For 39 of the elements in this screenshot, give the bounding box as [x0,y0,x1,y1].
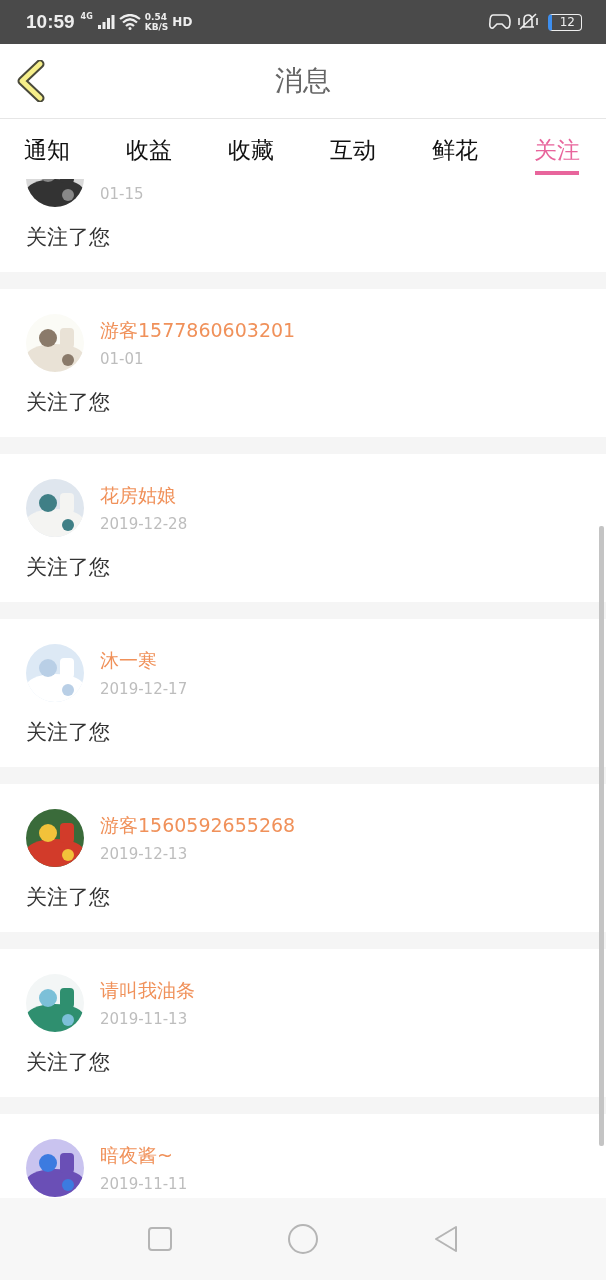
home-icon[interactable] [287,1223,319,1255]
tab[interactable]: 鲜花 [422,119,488,175]
message-date: 2019-11-13 [100,1010,189,1028]
message-text: 关注了您 [26,884,111,911]
message-text: 关注了您 [26,389,111,416]
status-time: 10:59 [26,11,75,33]
vibrate-icon [515,13,540,31]
message-date: 2019-12-17 [100,680,188,698]
user-name[interactable]: 游客1560592655268 [100,813,296,839]
tab[interactable]: 收益 [116,119,182,175]
page-title: 消息 [275,63,331,99]
back-icon[interactable] [16,60,46,102]
user-name[interactable]: 暗夜酱~ [100,1143,188,1169]
gamepad-icon [487,13,512,31]
message-text: 关注了您 [26,1049,111,1076]
message-text: 关注了您 [26,554,111,581]
user-name[interactable]: 沐一寒 [100,648,188,674]
user-name[interactable]: 请叫我油条 [100,978,195,1004]
recent-apps-icon[interactable] [146,1225,175,1253]
signal-icon [96,14,115,30]
message-text: 关注了您 [26,719,111,746]
message-date: 2019-12-13 [100,845,189,863]
message-date: 01-01 [100,350,145,368]
network-type: 4G [80,12,93,21]
user-name[interactable]: 花房姑娘 [100,483,188,509]
message-text: 关注了您 [26,224,111,251]
message-date: 2019-11-11 [100,1175,188,1193]
tab[interactable]: 收藏 [218,119,284,175]
user-name[interactable]: 游客1577860603201 [100,318,296,344]
tab[interactable]: 关注 [524,119,590,175]
battery-indicator: 12 [547,13,582,31]
tab[interactable]: 通知 [14,119,80,175]
speed-unit: KB/S [144,22,169,32]
wifi-icon [118,14,141,30]
hd-label: HD [172,15,193,29]
tab[interactable]: 互动 [320,119,386,175]
network-speed: 0.54 [144,12,168,22]
message-date: 2019-12-28 [100,515,188,533]
message-date: 01-15 [100,185,144,203]
